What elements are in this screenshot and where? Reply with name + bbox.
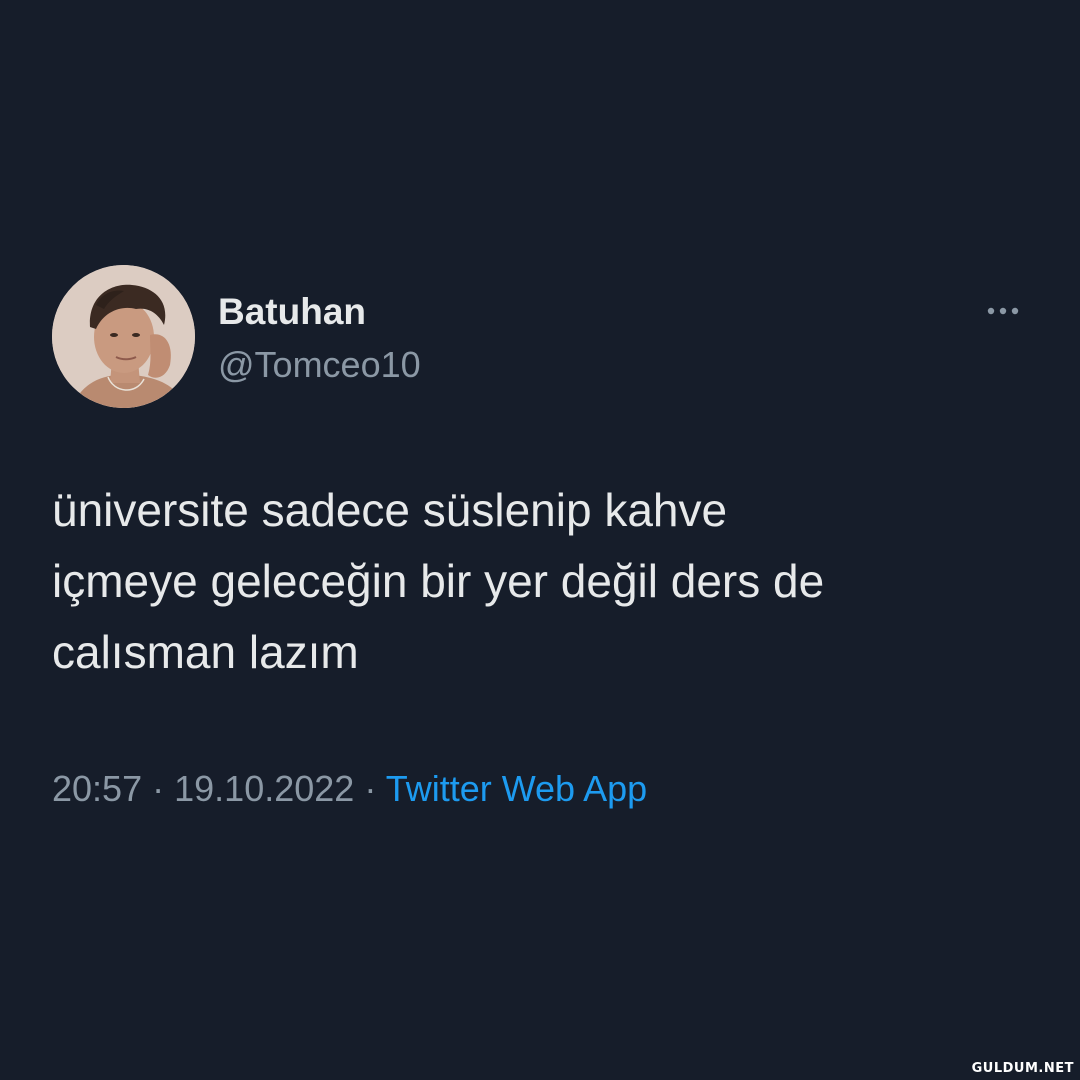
more-horizontal-icon [987, 307, 1019, 315]
display-name[interactable]: Batuhan [218, 290, 366, 334]
more-options-button[interactable] [978, 296, 1028, 326]
watermark: GULDUM.NET [971, 1061, 1074, 1076]
avatar[interactable] [52, 265, 195, 408]
user-handle[interactable]: @Tomceo10 [218, 343, 421, 387]
tweet-text-line: içmeye geleceğin bir yer değil ders de [52, 555, 825, 607]
tweet-time[interactable]: 20:57 [52, 768, 142, 809]
tweet-text-line: calısman lazım [52, 626, 359, 678]
tweet-source-link[interactable]: Twitter Web App [386, 768, 647, 809]
meta-separator: · [364, 768, 377, 809]
tweet-card: Batuhan @Tomceo10 üniversite sadece süsl… [0, 0, 1080, 1080]
tweet-metadata: 20:57 · 19.10.2022 · Twitter Web App [52, 766, 647, 812]
tweet-text: üniversite sadece süslenip kahve içmeye … [52, 475, 1042, 688]
tweet-date[interactable]: 19.10.2022 [174, 768, 354, 809]
meta-separator: · [152, 768, 165, 809]
tweet-text-line: üniversite sadece süslenip kahve [52, 484, 728, 536]
avatar-photo [52, 265, 195, 408]
